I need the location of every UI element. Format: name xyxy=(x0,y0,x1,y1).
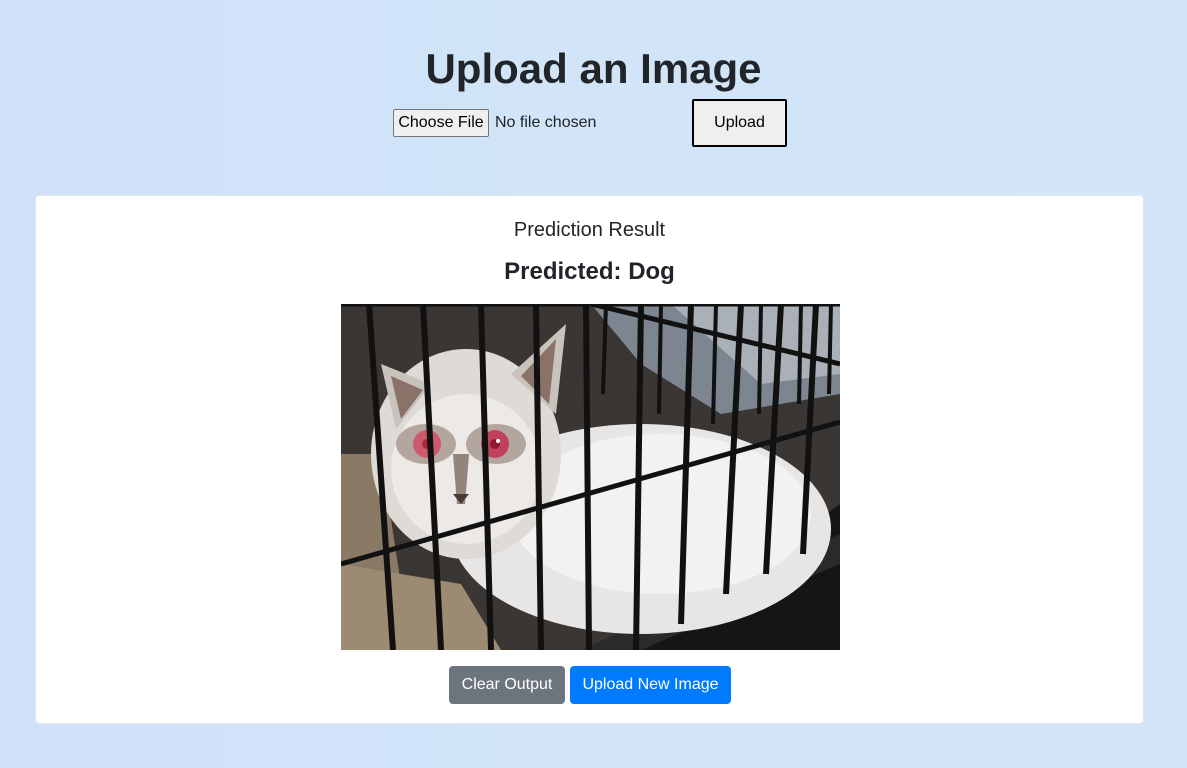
upload-button[interactable]: Upload xyxy=(692,99,787,147)
uploaded-image xyxy=(341,304,840,650)
prediction-result-card: Prediction Result Predicted: Dog Clear O… xyxy=(35,195,1144,724)
upload-new-image-button[interactable]: Upload New Image xyxy=(570,666,731,704)
choose-file-button[interactable]: Choose File xyxy=(393,109,489,137)
prediction-label: Predicted: Dog xyxy=(504,258,675,285)
result-heading: Prediction Result xyxy=(513,219,666,241)
page-title: Upload an Image xyxy=(425,45,762,92)
file-status-text: No file chosen xyxy=(495,114,597,131)
upload-form: Choose File No file chosen Upload xyxy=(393,99,793,147)
clear-output-button[interactable]: Clear Output xyxy=(449,666,565,704)
